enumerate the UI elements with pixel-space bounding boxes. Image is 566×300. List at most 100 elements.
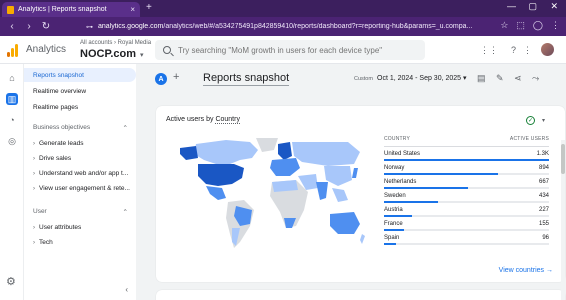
apps-grid-icon[interactable]: ⋮⋮ xyxy=(480,45,498,56)
table-row[interactable]: Norway 894 xyxy=(384,161,549,175)
table-row[interactable]: Sweden 434 xyxy=(384,189,549,203)
nav-item-understand-traffic[interactable]: › Understand web and/or app t... xyxy=(24,170,136,177)
avatar[interactable] xyxy=(541,43,554,56)
menu-icon[interactable]: ⋮ xyxy=(551,20,560,31)
map-alaska xyxy=(180,146,198,160)
country-name: Austria xyxy=(384,207,403,213)
map-new-zealand xyxy=(360,234,365,244)
scrollbar-thumb[interactable] xyxy=(561,144,565,174)
map-canada xyxy=(194,140,258,164)
new-tab-button[interactable]: + xyxy=(146,2,152,13)
section-business-objectives[interactable]: Business objectives ⌃ xyxy=(24,124,136,132)
collapse-nav-icon[interactable]: ‹ xyxy=(125,285,128,294)
map-japan xyxy=(352,168,358,178)
nav-label: User attributes xyxy=(39,224,82,231)
search-box[interactable] xyxy=(155,40,425,60)
nav-label: Drive sales xyxy=(39,155,72,162)
more-options-icon[interactable]: ⋮ xyxy=(523,45,532,56)
table-row[interactable]: Austria 227 xyxy=(384,203,549,217)
chevron-down-icon[interactable]: ▾ xyxy=(140,51,144,59)
nav-label: Generate leads xyxy=(39,140,84,147)
dimension-selector[interactable]: Country xyxy=(215,116,240,124)
map-europe xyxy=(270,158,300,176)
maximize-icon[interactable]: ▢ xyxy=(528,1,537,12)
search-input[interactable] xyxy=(178,45,418,55)
reports-icon[interactable]: ▥ xyxy=(6,93,18,105)
map-se-asia xyxy=(332,188,348,202)
table-row[interactable]: Spain 96 xyxy=(384,231,549,245)
chevron-right-icon: › xyxy=(33,185,35,192)
active-users-value: 155 xyxy=(538,221,549,227)
by-label: by xyxy=(206,116,214,123)
chevron-down-icon[interactable]: ▾ xyxy=(542,117,545,124)
ga-header: Analytics All accounts › Royal Media NOC… xyxy=(0,36,566,64)
left-rail: ⌂ ▥ ◔ ◎ ⚙ xyxy=(0,64,24,300)
add-comparison-icon[interactable]: + xyxy=(173,71,179,83)
metric-label: Active users xyxy=(166,116,205,123)
chevron-up-icon: ⌃ xyxy=(122,209,128,216)
back-icon[interactable]: ‹ xyxy=(7,21,17,32)
country-name: Spain xyxy=(384,235,400,241)
address-bar: ‹ › ↻ ⊶ analytics.google.com/analytics/w… xyxy=(0,17,566,36)
url-path: /analytics/web/#/a534275491p842859410/re… xyxy=(163,23,473,30)
share-icon[interactable]: ⋖ xyxy=(514,73,522,84)
profile-icon[interactable]: ◯ xyxy=(533,20,543,31)
map-africa-north xyxy=(272,180,298,192)
extensions-icon[interactable]: ⬚ xyxy=(516,20,525,31)
nav-item-generate-leads[interactable]: › Generate leads xyxy=(24,140,136,147)
url-text: analytics.google.com/analytics/web/#/a53… xyxy=(98,23,472,30)
account-name[interactable]: NOCP.com xyxy=(80,48,136,60)
value-bar-track xyxy=(384,243,549,245)
nav-item-realtime-pages[interactable]: Realtime pages xyxy=(24,100,136,114)
nav-item-user-attributes[interactable]: › User attributes xyxy=(24,224,136,231)
nav-item-realtime-overview[interactable]: Realtime overview xyxy=(24,84,136,98)
nav-item-tech[interactable]: › Tech xyxy=(24,239,136,246)
map-norway-sweden xyxy=(278,142,292,160)
table-row[interactable]: Netherlands 667 xyxy=(384,175,549,189)
home-icon[interactable]: ⌂ xyxy=(6,72,18,84)
nav-item-reports-snapshot[interactable]: Reports snapshot xyxy=(24,68,136,82)
advertising-icon[interactable]: ◎ xyxy=(6,135,18,147)
browser-tab[interactable]: Analytics | Reports snapshot × xyxy=(2,2,140,17)
bookmark-icon[interactable]: ☆ xyxy=(500,20,508,31)
edit-icon[interactable]: ✎ xyxy=(496,73,504,84)
chevron-right-icon: › xyxy=(33,170,35,177)
explore-icon[interactable]: ◔ xyxy=(6,114,18,126)
reload-icon[interactable]: ↻ xyxy=(41,21,51,32)
table-row[interactable]: France 155 xyxy=(384,217,549,231)
settings-gear-icon[interactable]: ⚙ xyxy=(6,275,16,288)
close-window-icon[interactable]: ✕ xyxy=(550,1,558,12)
comparison-avatar[interactable]: A xyxy=(155,73,167,85)
insights-icon[interactable]: ⤳ xyxy=(532,73,539,84)
url-field[interactable]: ⊶ analytics.google.com/analytics/web/#/a… xyxy=(86,20,496,33)
map-greenland xyxy=(256,138,278,152)
card-title: Active users by Country xyxy=(166,116,240,124)
map-united-states xyxy=(198,164,244,186)
country-name: Norway xyxy=(384,165,405,171)
browser-toolbar: ☆ ⬚ ◯ ⋮ xyxy=(500,20,560,31)
nav-label: View user engagement & rete... xyxy=(39,185,130,192)
nav-item-drive-sales[interactable]: › Drive sales xyxy=(24,155,136,162)
section-user[interactable]: User ⌃ xyxy=(24,208,136,216)
nav-item-user-engagement[interactable]: › View user engagement & rete... xyxy=(24,185,136,192)
map-mexico xyxy=(206,186,226,200)
help-icon[interactable]: ? xyxy=(511,45,516,55)
site-info-icon[interactable]: ⊶ xyxy=(86,23,93,31)
minimize-icon[interactable]: — xyxy=(507,1,516,11)
view-countries-link[interactable]: View countries → xyxy=(499,267,553,274)
country-table: COUNTRY ACTIVE USERS United States 1.3K No… xyxy=(384,136,549,245)
tab-close-icon[interactable]: × xyxy=(130,5,135,14)
column-header-country: COUNTRY xyxy=(384,136,411,142)
chevron-right-icon: › xyxy=(33,140,35,147)
account-breadcrumb[interactable]: All accounts › Royal Media xyxy=(80,40,151,46)
customize-report-icon[interactable]: ▤ xyxy=(477,73,486,84)
forward-icon[interactable]: › xyxy=(24,21,34,32)
report-toolbar: A + Reports snapshot Custom Oct 1, 2024 … xyxy=(136,64,556,92)
analytics-favicon-icon xyxy=(7,5,14,14)
date-preset-label: Custom xyxy=(354,76,373,82)
country-name: Netherlands xyxy=(384,179,417,185)
table-row[interactable]: United States 1.3K xyxy=(384,147,549,161)
nav-label: Tech xyxy=(39,239,53,246)
date-range-picker[interactable]: Oct 1, 2024 - Sep 30, 2025 ▾ xyxy=(377,74,467,82)
map-australia xyxy=(330,212,360,234)
